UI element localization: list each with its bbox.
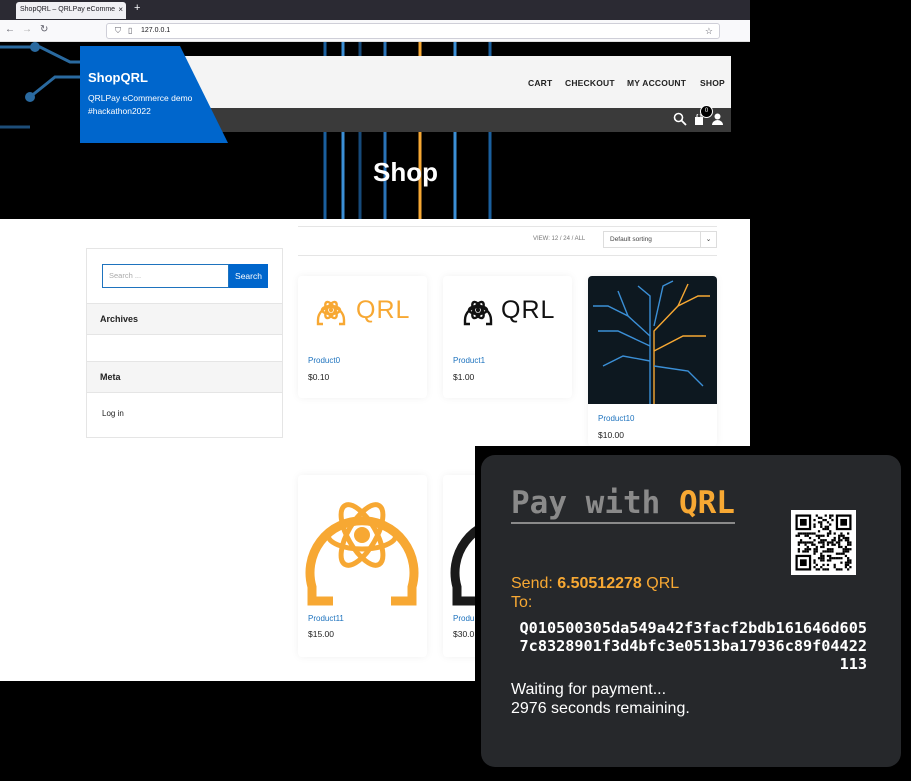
tab-close-icon[interactable]: × bbox=[118, 5, 123, 14]
qrl-logo-orange: QRL bbox=[314, 292, 414, 328]
product-name[interactable]: Product0 bbox=[308, 356, 340, 365]
product-name[interactable]: Produ bbox=[453, 614, 474, 623]
send-amount: 6.50512278 bbox=[557, 575, 642, 592]
site-description: QRLPay eCommerce demo #hackathon2022 bbox=[88, 93, 193, 116]
nav-checkout[interactable]: CHECKOUT bbox=[565, 78, 615, 88]
payment-title-brand: QRL bbox=[678, 485, 735, 521]
product-price: $30.0 bbox=[453, 629, 475, 639]
screen: ShopQRL – QRLPay eComme × + ← → ↻ ⛉ ▯ 12… bbox=[0, 0, 911, 781]
back-icon[interactable]: ← bbox=[5, 24, 15, 35]
url-text: 127.0.0.1 bbox=[141, 27, 171, 34]
to-label: To: bbox=[511, 594, 533, 611]
header-icon-bar bbox=[180, 108, 731, 132]
shield-icon[interactable]: ⛉ bbox=[115, 26, 121, 36]
nav-cart[interactable]: CART bbox=[528, 78, 552, 88]
product-price: $0.10 bbox=[308, 372, 330, 382]
page-title: Shop bbox=[373, 157, 438, 187]
account-icon[interactable] bbox=[712, 113, 723, 128]
circuit-tree-image bbox=[588, 276, 717, 404]
new-tab-button[interactable]: + bbox=[134, 2, 140, 14]
url-bar[interactable]: ⛉ ▯ 127.0.0.1 ☆ bbox=[106, 23, 720, 39]
send-amount-line: Send: 6.50512278 QRL bbox=[511, 575, 679, 593]
search-icon[interactable] bbox=[673, 112, 687, 129]
qrl-symbol-large-orange bbox=[305, 502, 419, 606]
divider bbox=[298, 255, 717, 256]
product-name[interactable]: Product1 bbox=[453, 356, 485, 365]
search-input[interactable]: Search ... bbox=[102, 264, 229, 288]
logo-text: QRL bbox=[356, 296, 411, 324]
product-price: $15.00 bbox=[308, 629, 334, 639]
meta-widget-title: Meta bbox=[87, 361, 282, 393]
product-price: $10.00 bbox=[598, 430, 624, 440]
nav-my-account[interactable]: MY ACCOUNT bbox=[627, 78, 686, 88]
wallet-address: Q010500305da549a42f3facf2bdb161646d6057c… bbox=[519, 619, 867, 673]
chevron-down-icon: ⌄ bbox=[700, 232, 716, 247]
product-name[interactable]: Product11 bbox=[308, 614, 344, 623]
product-price: $1.00 bbox=[453, 372, 475, 382]
payment-title-prefix: Pay with bbox=[511, 485, 679, 521]
tab-title: ShopQRL – QRLPay eComme bbox=[20, 6, 116, 13]
divider bbox=[298, 226, 717, 227]
product-name[interactable]: Product10 bbox=[598, 414, 634, 423]
login-link[interactable]: Log in bbox=[102, 409, 124, 418]
forward-icon[interactable]: → bbox=[22, 24, 32, 35]
sort-selected-value: Default sorting bbox=[610, 236, 652, 243]
navigation-bar: ← → ↻ ⛉ ▯ 127.0.0.1 ☆ bbox=[0, 20, 750, 42]
logo-text: QRL bbox=[501, 296, 556, 324]
archives-widget-title: Archives bbox=[87, 303, 282, 335]
nav-shop[interactable]: SHOP bbox=[700, 78, 725, 88]
reload-icon[interactable]: ↻ bbox=[40, 24, 48, 35]
search-button[interactable]: Search bbox=[229, 264, 268, 288]
site-title[interactable]: ShopQRL bbox=[88, 70, 148, 85]
waiting-text: Waiting for payment... bbox=[511, 681, 667, 698]
qr-code-icon bbox=[791, 510, 856, 575]
send-label: Send: bbox=[511, 575, 558, 592]
payment-title: Pay with QRL bbox=[511, 486, 735, 524]
send-currency: QRL bbox=[641, 575, 680, 592]
view-count-selector[interactable]: VIEW: 12 / 24 / ALL bbox=[533, 236, 585, 242]
page-icon: ▯ bbox=[128, 26, 133, 35]
tab-bar: ShopQRL – QRLPay eComme × + bbox=[0, 0, 750, 20]
payment-status: Waiting for payment... 2976 seconds rema… bbox=[511, 680, 690, 718]
qrl-logo-black: QRL bbox=[461, 292, 561, 328]
bookmark-star-icon[interactable]: ☆ bbox=[705, 26, 713, 37]
countdown-text: 2976 seconds remaining. bbox=[511, 700, 690, 717]
sort-select[interactable]: Default sorting ⌄ bbox=[603, 231, 717, 248]
browser-tab[interactable]: ShopQRL – QRLPay eComme × bbox=[16, 2, 126, 19]
